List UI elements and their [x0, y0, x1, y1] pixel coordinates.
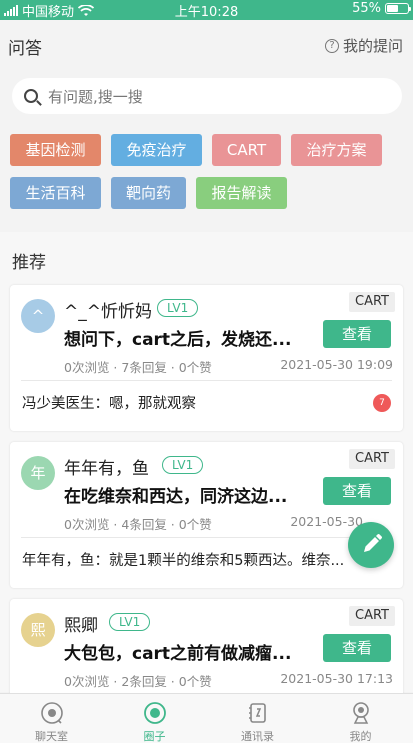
view-button[interactable]: 查看 [323, 320, 391, 348]
tag-item[interactable]: 免疫治疗 [111, 134, 202, 166]
level-badge: LV1 [162, 456, 204, 474]
tag-item[interactable]: CART [212, 134, 281, 166]
question-title[interactable]: 大包包，cart之前有做减瘤... [64, 639, 309, 664]
tab-label: 圈子 [143, 730, 166, 743]
category-badge: CART [349, 449, 395, 469]
ask-question-button[interactable] [348, 522, 394, 568]
tag-item[interactable]: 靶向药 [111, 177, 186, 209]
battery-icon [385, 3, 411, 14]
category-badge: CART [349, 606, 395, 626]
user-name: 年年有，鱼 [64, 459, 149, 479]
profile-icon [353, 702, 369, 724]
user-name: 熙卿 [64, 616, 98, 636]
question-date: 2021-05-30 19:09 [280, 357, 393, 372]
divider [21, 380, 392, 381]
contacts-icon [249, 703, 266, 723]
search-input[interactable]: 有问题,搜一搜 [12, 78, 402, 114]
tag-item[interactable]: 基因检测 [10, 134, 101, 166]
tab-label: 通讯录 [241, 730, 274, 743]
tab-label: 聊天室 [35, 730, 68, 743]
my-questions-label: 我的提问 [342, 37, 403, 55]
search-placeholder: 有问题,搜一搜 [48, 87, 143, 106]
question-stats: 0次浏览 · 4条回复 · 0个赞 [64, 517, 212, 532]
avatar[interactable]: 熙 [21, 613, 55, 647]
search-icon [24, 89, 38, 103]
question-title[interactable]: 想问下，cart之后，发烧还... [64, 325, 309, 350]
question-stats: 0次浏览 · 2条回复 · 0个赞 [64, 674, 212, 689]
reply-count-badge: 7 [373, 394, 391, 412]
tab-chat-room[interactable]: 聊天室 [0, 694, 103, 743]
tab-label: 我的 [349, 730, 372, 743]
battery-percent: 55% [352, 1, 381, 16]
question-card[interactable]: 年 年年有，鱼 LV1 CART 在吃维奈和西达，同济这边... 查看 0次浏览… [10, 442, 403, 588]
latest-reply[interactable]: 年年有，鱼：就是1颗半的维奈和5颗西达。维奈... [22, 549, 372, 570]
tag-item[interactable]: 治疗方案 [291, 134, 382, 166]
status-bar: 中国移动 上午10:28 55% [0, 0, 413, 20]
tab-circle[interactable]: 圈子 [103, 694, 206, 743]
header: 问答 ? 我的提问 [0, 20, 413, 70]
view-button[interactable]: 查看 [323, 477, 391, 505]
tag-item[interactable]: 生活百科 [10, 177, 101, 209]
latest-reply[interactable]: 冯少美医生：嗯，那就观察 [22, 392, 372, 413]
avatar[interactable]: 年 [21, 456, 55, 490]
chat-room-icon [41, 702, 63, 724]
question-card[interactable]: ^ ^_^忻忻妈 LV1 CART 想问下，cart之后，发烧还... 查看 0… [10, 285, 403, 431]
question-stats: 0次浏览 · 7条回复 · 0个赞 [64, 360, 212, 375]
page-title: 问答 [8, 39, 42, 59]
tag-item[interactable]: 报告解读 [196, 177, 287, 209]
view-button[interactable]: 查看 [323, 634, 391, 662]
my-questions-link[interactable]: ? 我的提问 [324, 35, 403, 56]
clock: 上午10:28 [174, 5, 239, 20]
tab-profile[interactable]: 我的 [309, 694, 412, 743]
circle-icon [144, 702, 166, 724]
section-title: 推荐 [12, 253, 46, 273]
level-badge: LV1 [109, 613, 151, 631]
divider [21, 537, 392, 538]
question-icon: ? [324, 38, 339, 53]
tab-contacts[interactable]: 通讯录 [206, 694, 309, 743]
question-date: 2021-05-30 17:13 [280, 671, 393, 686]
user-name: ^_^忻忻妈 [64, 302, 152, 322]
category-badge: CART [349, 292, 395, 312]
tab-bar: 聊天室 圈子 通讯录 我的 [0, 693, 413, 743]
pencil-icon [364, 534, 382, 552]
avatar[interactable]: ^ [21, 299, 55, 333]
level-badge: LV1 [157, 299, 199, 317]
question-title[interactable]: 在吃维奈和西达，同济这边... [64, 482, 309, 507]
